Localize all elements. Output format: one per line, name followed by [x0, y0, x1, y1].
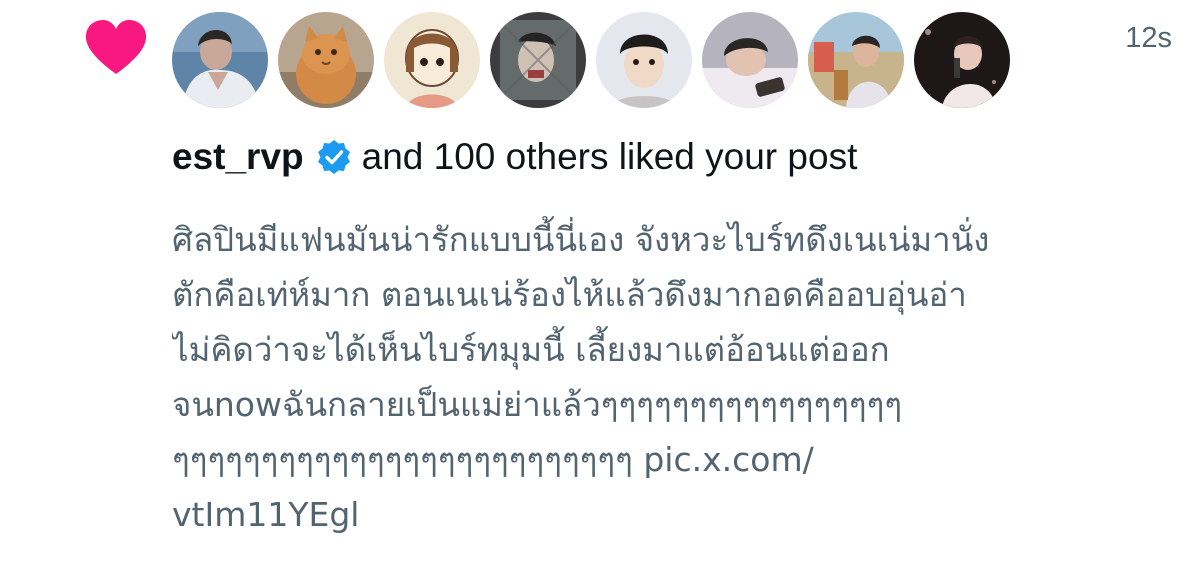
post-line: จนnowฉันกลายเป็นแม่ย่าแล้วๆๆๆๆๆๆๆๆๆๆๆๆๆๆ… — [172, 385, 903, 424]
post-preview[interactable]: ศิลปินมีแฟนมันน่ารักแบบนี้นี่เอง จังหวะไ… — [172, 212, 1162, 542]
post-line: vtIm11YEgl — [172, 487, 1162, 542]
avatar-2[interactable] — [278, 12, 374, 108]
avatar-7[interactable] — [808, 12, 904, 108]
avatar-6[interactable] — [702, 12, 798, 108]
verified-badge-icon — [316, 139, 352, 175]
post-line: ไม่คิดว่าจะได้เห็นไบร์ทมุมนี้ เลี้ยงมาแต… — [172, 330, 890, 369]
liked-summary: est_rvp and 100 others liked your post — [172, 132, 857, 182]
avatar-5[interactable] — [596, 12, 692, 108]
post-line-text: ๆๆๆๆๆๆๆๆๆๆๆๆๆๆๆๆๆๆๆๆๆๆๆๆๆๆ — [172, 440, 633, 479]
post-line: ศิลปินมีแฟนมันน่ารักแบบนี้นี่เอง จังหวะไ… — [172, 220, 990, 259]
like-notification[interactable]: 12s est_rvp and 100 others liked your po… — [0, 0, 1200, 561]
timestamp: 12s — [1125, 22, 1172, 54]
avatar-3[interactable] — [384, 12, 480, 108]
avatar-4[interactable] — [490, 12, 586, 108]
avatar-1[interactable] — [172, 12, 268, 108]
username-link[interactable]: est_rvp — [172, 136, 304, 178]
post-line: ตักคือเท่ห์มาก ตอนเนเน่ร้องไห้แล้วดึงมาก… — [172, 275, 967, 314]
heart-icon — [84, 20, 148, 76]
post-link[interactable]: pic.x.com/ — [643, 440, 813, 479]
post-line: ๆๆๆๆๆๆๆๆๆๆๆๆๆๆๆๆๆๆๆๆๆๆๆๆๆๆ pic.x.com/ — [172, 432, 1162, 487]
liker-avatars — [172, 12, 1010, 110]
post-link-continued[interactable]: vtIm11YEgl — [172, 495, 359, 534]
liked-text: and 100 others liked your post — [361, 136, 858, 177]
avatar-8[interactable] — [914, 12, 1010, 108]
